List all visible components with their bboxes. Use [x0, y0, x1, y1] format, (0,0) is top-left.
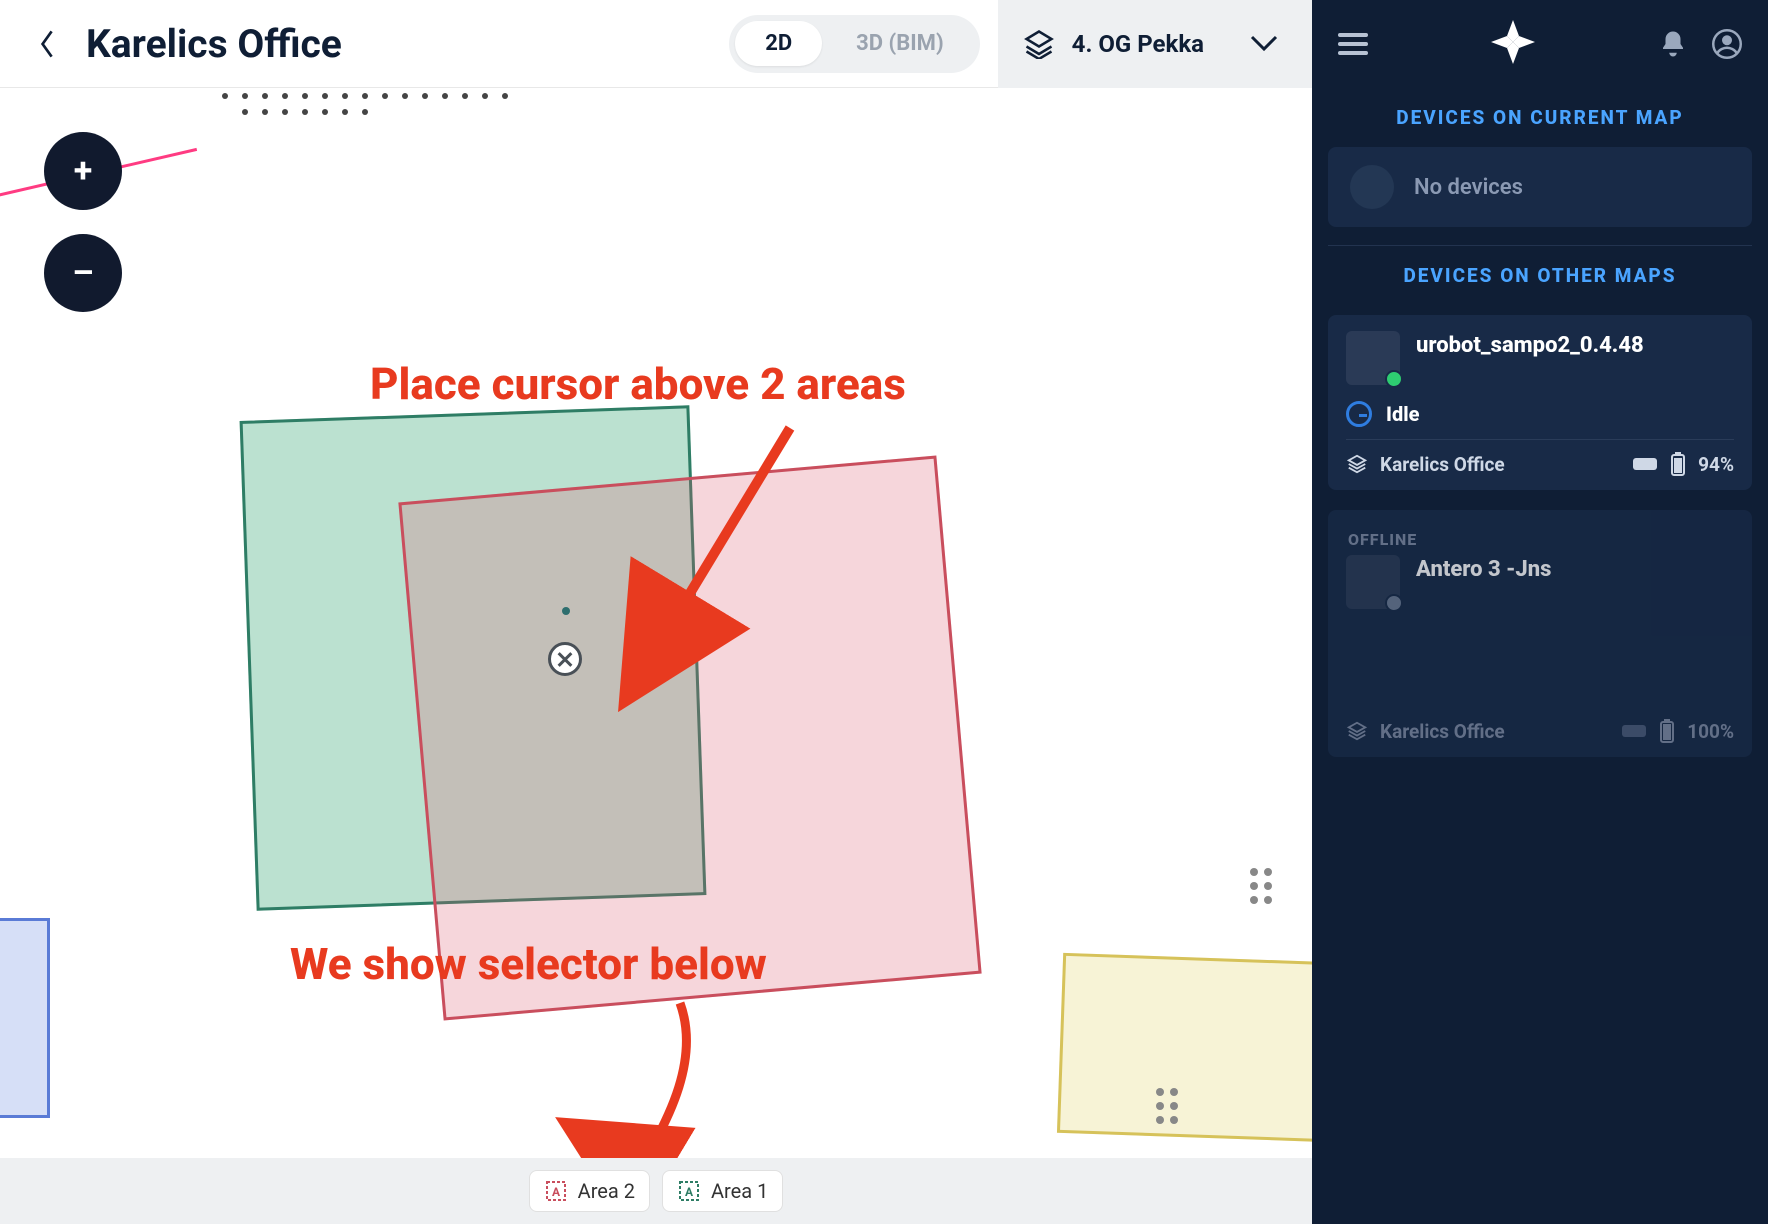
select-area-1-label: Area 1	[711, 1179, 768, 1203]
back-button[interactable]	[28, 24, 68, 64]
select-area-1[interactable]: A Area 1	[662, 1170, 783, 1212]
drag-handle-icon	[1250, 868, 1272, 904]
clock-icon	[1346, 401, 1372, 427]
brand-logo-icon	[1489, 18, 1537, 70]
chevron-down-icon	[1250, 35, 1278, 53]
area-icon: A	[544, 1179, 568, 1203]
device-name: urobot_sampo2_0.4.48	[1416, 331, 1644, 361]
no-devices-text: No devices	[1414, 175, 1523, 200]
device-location: Karelics Office	[1380, 720, 1609, 743]
page-title: Karelics Office	[86, 21, 342, 67]
menu-button[interactable]	[1338, 28, 1368, 60]
battery-icon	[1659, 719, 1675, 743]
select-area-2-label: Area 2	[578, 1179, 635, 1203]
dotted-pattern	[220, 90, 540, 120]
controller-icon	[1632, 455, 1658, 473]
device-thumbnail	[1346, 331, 1400, 385]
floor-label: 4. OG Pekka	[1072, 30, 1204, 58]
zoom-in-button[interactable]: +	[44, 132, 122, 210]
placeholder-avatar	[1350, 165, 1394, 209]
device-battery: 94%	[1698, 453, 1734, 476]
area-selector-bar: A Area 2 A Area 1	[0, 1158, 1312, 1224]
device-name: Antero 3 -Jns	[1416, 555, 1551, 585]
top-bar: Karelics Office 2D 3D (BIM) 4. OG Pekka	[0, 0, 1312, 88]
device-thumbnail	[1346, 555, 1400, 609]
map-canvas[interactable]: /*noop*/ + – Place cursor above 2 areas	[0, 88, 1312, 1224]
layers-icon	[1346, 453, 1368, 475]
area-yellow-shape[interactable]	[1057, 953, 1312, 1143]
zoom-controls: + –	[44, 132, 122, 312]
layers-icon	[1024, 29, 1054, 59]
cursor-marker[interactable]	[548, 642, 582, 676]
svg-text:A: A	[685, 1185, 694, 1199]
zoom-out-button[interactable]: –	[44, 234, 122, 312]
annotation-bottom: We show selector below	[290, 938, 767, 990]
device-card-online[interactable]: urobot_sampo2_0.4.48 Idle Karelics Offic…	[1328, 315, 1752, 490]
arrow-annotation-icon	[660, 418, 820, 652]
layers-icon	[1346, 720, 1368, 742]
side-panel: DEVICES ON CURRENT MAP No devices DEVICE…	[1312, 0, 1768, 1224]
side-topbar	[1312, 0, 1768, 88]
tab-3d-bim[interactable]: 3D (BIM)	[826, 21, 974, 66]
area-icon: A	[677, 1179, 701, 1203]
floor-selector[interactable]: 4. OG Pekka	[998, 0, 1312, 88]
user-icon[interactable]	[1712, 29, 1742, 59]
annotation-top: Place cursor above 2 areas	[370, 358, 906, 410]
view-mode-tabs: 2D 3D (BIM)	[729, 15, 979, 73]
tab-2d[interactable]: 2D	[735, 21, 822, 66]
offline-label: OFFLINE	[1348, 530, 1734, 549]
no-devices-card: No devices	[1328, 147, 1752, 227]
device-location: Karelics Office	[1380, 453, 1620, 476]
svg-text:A: A	[552, 1185, 561, 1199]
area-blue-shape[interactable]	[0, 918, 50, 1118]
section-current-map: DEVICES ON CURRENT MAP	[1312, 88, 1768, 147]
select-area-2[interactable]: A Area 2	[529, 1170, 650, 1212]
device-battery: 100%	[1687, 720, 1734, 743]
drag-handle-icon	[1156, 1088, 1178, 1124]
map-dot	[562, 607, 570, 615]
controller-icon	[1621, 722, 1647, 740]
device-status: Idle	[1386, 402, 1419, 426]
battery-icon	[1670, 452, 1686, 476]
section-other-maps: DEVICES ON OTHER MAPS	[1312, 246, 1768, 305]
device-card-offline[interactable]: OFFLINE Antero 3 -Jns Karelics Office 10…	[1328, 510, 1752, 757]
bell-icon[interactable]	[1658, 29, 1688, 59]
